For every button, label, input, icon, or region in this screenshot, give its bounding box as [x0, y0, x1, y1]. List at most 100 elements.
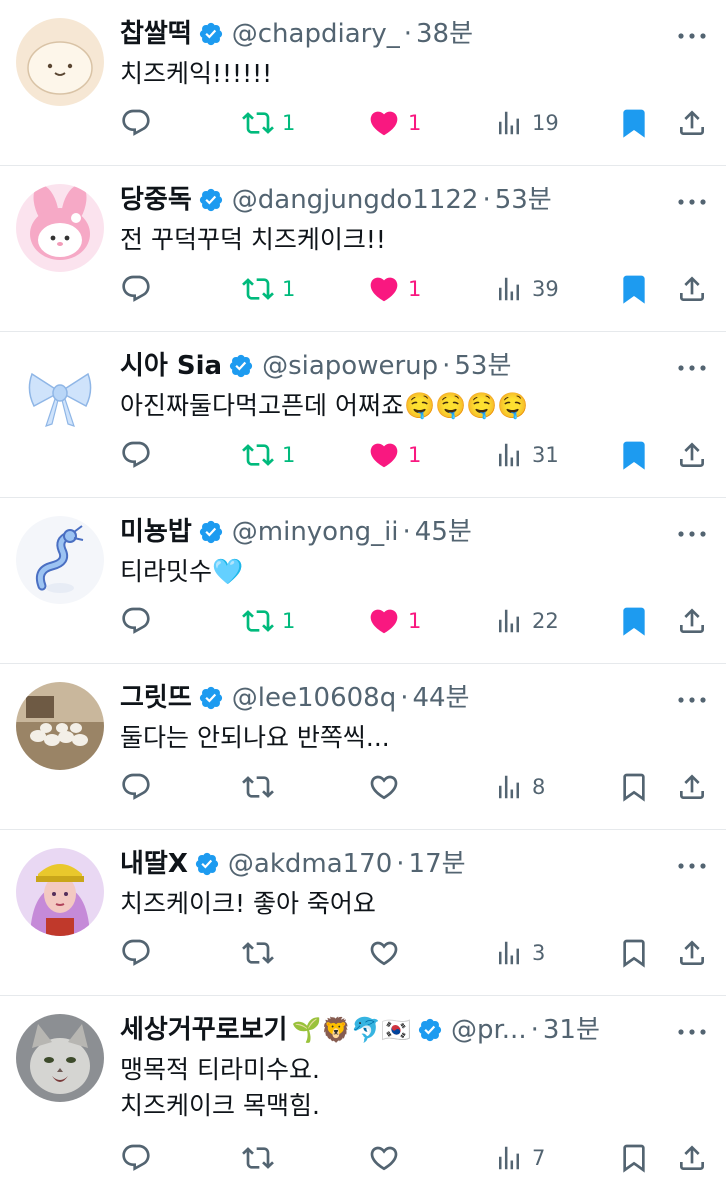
reply-button[interactable] [120, 603, 152, 639]
share-button[interactable] [676, 105, 708, 141]
tweet-2[interactable]: 당중독 @dangjungdo1122 · 53분 전 꾸덕꾸덕 치즈케이크!! [0, 166, 726, 332]
handle[interactable]: @minyong_ii [232, 512, 399, 552]
share-button[interactable] [676, 769, 708, 805]
more-icon[interactable] [674, 688, 710, 712]
display-name[interactable]: 시아 Sia [120, 346, 222, 386]
retweet-button[interactable] [242, 935, 282, 971]
more-icon[interactable] [674, 522, 710, 546]
tweet-4[interactable]: 미뇽밥 @minyong_ii · 45분 티라밋수🩵 1 1 22 [0, 498, 726, 664]
timestamp[interactable]: 53분 [454, 346, 511, 386]
reply-icon [120, 937, 152, 969]
views-button[interactable]: 39 [494, 271, 559, 307]
timestamp[interactable]: 44분 [412, 678, 469, 718]
reply-icon [120, 771, 152, 803]
handle[interactable]: @chapdiary_ [232, 14, 400, 54]
bookmark-button[interactable] [618, 271, 650, 307]
display-name[interactable]: 미뇽밥 [120, 512, 192, 552]
display-name[interactable]: 찹쌀떡 [120, 14, 192, 54]
share-button[interactable] [676, 437, 708, 473]
heart-icon [368, 107, 400, 139]
handle[interactable]: @pr... [451, 1010, 527, 1050]
views-icon [494, 440, 524, 470]
more-icon[interactable] [674, 1020, 710, 1044]
cartoon-girl-avatar[interactable] [16, 848, 104, 936]
retweet-button[interactable]: 1 [242, 105, 295, 141]
reply-button[interactable] [120, 935, 152, 971]
reply-button[interactable] [120, 769, 152, 805]
tweet-7[interactable]: 세상거꾸로보기 🌱🦁🐬🇰🇷 @pr... · 31분 맹목적 티라미수요. 치즈… [0, 996, 726, 1196]
retweet-icon [242, 1142, 274, 1174]
display-name[interactable]: 내딸X [120, 844, 188, 884]
tweet-content: 내딸X @akdma170 · 17분 치즈케이크! 좋아 죽어요 [120, 844, 710, 922]
display-name[interactable]: 당중독 [120, 180, 192, 220]
retweet-icon [242, 937, 274, 969]
views-icon [494, 274, 524, 304]
bookmark-button[interactable] [618, 935, 650, 971]
more-icon[interactable] [674, 24, 710, 48]
retweet-button[interactable]: 1 [242, 271, 295, 307]
handle[interactable]: @siapowerup [262, 346, 438, 386]
views-button[interactable]: 31 [494, 437, 559, 473]
handle[interactable]: @dangjungdo1122 [232, 180, 479, 220]
like-button[interactable]: 1 [368, 437, 421, 473]
views-icon [494, 772, 524, 802]
tweet-6[interactable]: 내딸X @akdma170 · 17분 치즈케이크! 좋아 죽어요 3 [0, 830, 726, 996]
bookmark-button[interactable] [618, 105, 650, 141]
reply-button[interactable] [120, 271, 152, 307]
timestamp[interactable]: 38분 [416, 14, 473, 54]
like-button[interactable] [368, 935, 408, 971]
mochi-avatar[interactable] [16, 18, 104, 106]
timestamp[interactable]: 31분 [543, 1010, 600, 1050]
timestamp[interactable]: 17분 [409, 844, 466, 884]
more-icon[interactable] [674, 356, 710, 380]
bookmark-button[interactable] [618, 437, 650, 473]
timestamp[interactable]: 45분 [415, 512, 472, 552]
like-button[interactable]: 1 [368, 105, 421, 141]
retweet-button[interactable]: 1 [242, 603, 295, 639]
like-button[interactable] [368, 1140, 408, 1176]
cat-photo-avatar[interactable] [16, 1014, 104, 1102]
like-button[interactable] [368, 769, 408, 805]
bookmark-button[interactable] [618, 1140, 650, 1176]
views-button[interactable]: 7 [494, 1140, 545, 1176]
views-button[interactable]: 8 [494, 769, 545, 805]
like-button[interactable]: 1 [368, 603, 421, 639]
reply-button[interactable] [120, 1140, 152, 1176]
tweet-3[interactable]: 시아 Sia @siapowerup · 53분 아진짜둘다먹고픈데 어쩌죠🤤🤤… [0, 332, 726, 498]
views-button[interactable]: 22 [494, 603, 559, 639]
ribbon-avatar[interactable] [16, 350, 104, 438]
separator-dot: · [402, 517, 411, 547]
more-icon[interactable] [674, 854, 710, 878]
more-icon[interactable] [674, 190, 710, 214]
share-button[interactable] [676, 603, 708, 639]
goats-photo-avatar[interactable] [16, 682, 104, 770]
heart-icon [368, 605, 400, 637]
display-name[interactable]: 그릿뜨 [120, 678, 192, 718]
dragonair-avatar[interactable] [16, 516, 104, 604]
bookmark-button[interactable] [618, 769, 650, 805]
retweet-button[interactable] [242, 769, 282, 805]
tweet-1[interactable]: 찹쌀떡 @chapdiary_ · 38분 치즈케익!!!!!! 1 1 19 [0, 0, 726, 166]
reply-button[interactable] [120, 437, 152, 473]
tweet-5[interactable]: 그릿뜨 @lee10608q · 44분 둘다는 안되나요 반쪽씩... 8 [0, 664, 726, 830]
bookmark-button[interactable] [618, 603, 650, 639]
share-button[interactable] [676, 1140, 708, 1176]
timestamp[interactable]: 53분 [495, 180, 552, 220]
views-button[interactable]: 19 [494, 105, 559, 141]
verified-badge-icon [417, 1017, 443, 1043]
verified-badge-icon [228, 353, 254, 379]
display-name[interactable]: 세상거꾸로보기 [120, 1010, 287, 1050]
handle[interactable]: @lee10608q [232, 678, 396, 718]
retweet-button[interactable] [242, 1140, 282, 1176]
verified-badge-icon [194, 851, 220, 877]
views-button[interactable]: 3 [494, 935, 545, 971]
verified-badge-icon [198, 187, 224, 213]
share-button[interactable] [676, 935, 708, 971]
share-button[interactable] [676, 271, 708, 307]
my-melody-avatar[interactable] [16, 184, 104, 272]
handle[interactable]: @akdma170 [228, 844, 392, 884]
views-count: 7 [532, 1146, 546, 1170]
reply-button[interactable] [120, 105, 152, 141]
retweet-button[interactable]: 1 [242, 437, 295, 473]
like-button[interactable]: 1 [368, 271, 421, 307]
